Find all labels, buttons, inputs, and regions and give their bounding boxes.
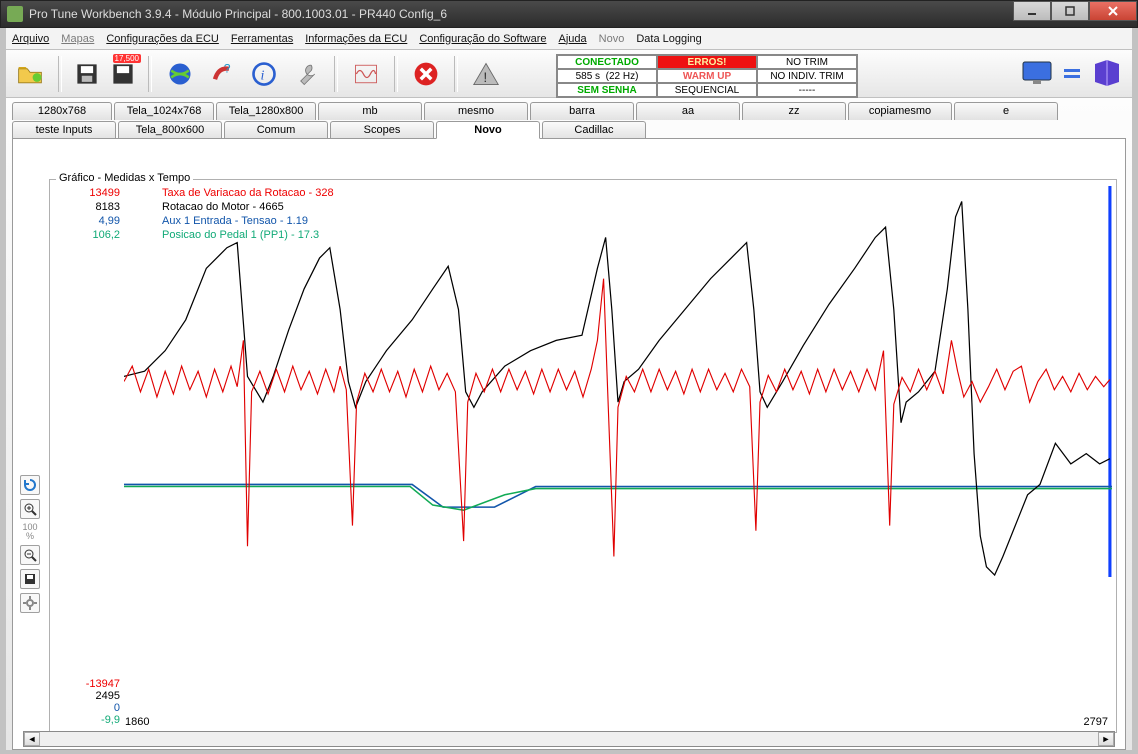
chart-canvas[interactable]	[124, 186, 1112, 577]
menu-novo[interactable]: Novo	[599, 33, 625, 45]
tab-scopes[interactable]: Scopes	[330, 121, 434, 139]
tab-teste-inputs[interactable]: teste Inputs	[12, 121, 116, 139]
toolbar-separator	[334, 56, 338, 92]
chart-x-min: 1860	[125, 716, 149, 728]
toolbar-separator	[148, 56, 152, 92]
window-close-button[interactable]	[1089, 1, 1137, 21]
tab-zz[interactable]: zz	[742, 102, 846, 120]
tab-tela_800x600[interactable]: Tela_800x600	[118, 121, 222, 139]
menu-config-software[interactable]: Configuração do Software	[419, 33, 546, 45]
status-mode: SEQUENCIAL	[657, 83, 757, 97]
app-icon	[7, 6, 23, 22]
status-indiv-trim: NO INDIV. TRIM	[757, 69, 857, 83]
tab-barra[interactable]: barra	[530, 102, 634, 120]
tab-tela_1280x800[interactable]: Tela_1280x800	[216, 102, 316, 120]
chart-horizontal-scrollbar[interactable]: ◄ ►	[23, 731, 1115, 747]
chart-y-min-labels: -13947 2495 0 -9,9	[50, 678, 120, 726]
tab-1280x768[interactable]: 1280x768	[12, 102, 112, 120]
status-time: 585 s (22 Hz)	[557, 69, 657, 83]
window-titlebar: Pro Tune Workbench 3.9.4 - Módulo Princi…	[0, 0, 1138, 28]
globe-button[interactable]	[162, 56, 198, 92]
settings-gear-button[interactable]	[20, 593, 40, 613]
tab-container: 1280x768Tela_1024x768Tela_1280x800mbmesm…	[6, 98, 1132, 750]
book-icon[interactable]	[1090, 56, 1124, 90]
tab-e[interactable]: e	[954, 102, 1058, 120]
tab-mb[interactable]: mb	[318, 102, 422, 120]
menu-ferramentas[interactable]: Ferramentas	[231, 33, 293, 45]
window-title: Pro Tune Workbench 3.9.4 - Módulo Princi…	[29, 7, 447, 21]
save-with-value-button[interactable]: 17,500	[108, 56, 138, 92]
warning-button[interactable]: !	[468, 56, 504, 92]
menu-config-ecu[interactable]: Configurações da ECU	[106, 33, 219, 45]
scroll-right-button[interactable]: ►	[1098, 732, 1114, 746]
info-button[interactable]: i	[246, 56, 282, 92]
scroll-left-button[interactable]: ◄	[24, 732, 40, 746]
equals-icon	[1062, 56, 1082, 90]
svg-text:!: !	[483, 68, 487, 84]
tab-panel-novo: 100% Gráfico - Medidas x Tempo 13499 818…	[12, 138, 1126, 750]
status-errors: ERROS!	[657, 55, 757, 69]
tab-tela_1024x768[interactable]: Tela_1024x768	[114, 102, 214, 120]
error-close-button[interactable]	[408, 56, 444, 92]
monitor-icon[interactable]	[1020, 56, 1054, 90]
scroll-track[interactable]	[40, 732, 1098, 746]
tab-cadillac[interactable]: Cadillac	[542, 121, 646, 139]
toolbar-separator	[454, 56, 458, 92]
save-chart-button[interactable]	[20, 569, 40, 589]
menu-info-ecu[interactable]: Informações da ECU	[305, 33, 407, 45]
svg-text:?: ?	[224, 61, 231, 75]
menu-datalogging[interactable]: Data Logging	[636, 33, 701, 45]
tab-comum[interactable]: Comum	[224, 121, 328, 139]
chart-x-labels: 1860 2797	[125, 716, 1108, 728]
svg-text:i: i	[261, 68, 265, 83]
tab-row-1: 1280x768Tela_1024x768Tela_1280x800mbmesm…	[12, 102, 1126, 120]
tab-aa[interactable]: aa	[636, 102, 740, 120]
status-extra: -----	[757, 83, 857, 97]
menu-mapas[interactable]: Mapas	[61, 33, 94, 45]
menu-ajuda[interactable]: Ajuda	[559, 33, 587, 45]
wave-button[interactable]	[348, 56, 384, 92]
tab-novo[interactable]: Novo	[436, 121, 540, 139]
status-warmup: WARM UP	[657, 69, 757, 83]
connection-status-grid: CONECTADO ERROS! NO TRIM 585 s (22 Hz) W…	[556, 54, 858, 98]
zoom-out-button[interactable]	[20, 545, 40, 565]
tab-row-2: teste InputsTela_800x600ComumScopesNovoC…	[12, 121, 1126, 139]
menu-arquivo[interactable]: Arquivo	[12, 33, 49, 45]
status-connected: CONECTADO	[557, 55, 657, 69]
open-folder-button[interactable]	[12, 56, 48, 92]
main-toolbar: 17,500 ? i ! CONECTADO ERROS! NO TRIM 58…	[6, 50, 1132, 98]
help-link-button[interactable]: ?	[204, 56, 240, 92]
status-senha: SEM SENHA	[557, 83, 657, 97]
chart-x-max: 2797	[1084, 716, 1108, 728]
window-maximize-button[interactable]	[1051, 1, 1089, 21]
toolbar-separator	[394, 56, 398, 92]
chart-y-max-labels: 13499 8183 4,99 106,2	[50, 186, 120, 242]
wrench-button[interactable]	[288, 56, 324, 92]
refresh-button[interactable]	[20, 475, 40, 495]
toolbar-separator	[58, 56, 62, 92]
chart-side-tools: 100%	[19, 475, 41, 613]
zoom-in-button[interactable]	[20, 499, 40, 519]
window-minimize-button[interactable]	[1013, 1, 1051, 21]
save-button[interactable]	[72, 56, 102, 92]
zoom-percent-label: 100%	[22, 523, 37, 541]
chart-box-title: Gráfico - Medidas x Tempo	[56, 172, 193, 184]
chart-frame: Gráfico - Medidas x Tempo 13499 8183 4,9…	[49, 179, 1117, 733]
status-trim: NO TRIM	[757, 55, 857, 69]
menu-bar: Arquivo Mapas Configurações da ECU Ferra…	[6, 28, 1132, 50]
tab-copiamesmo[interactable]: copiamesmo	[848, 102, 952, 120]
tab-mesmo[interactable]: mesmo	[424, 102, 528, 120]
